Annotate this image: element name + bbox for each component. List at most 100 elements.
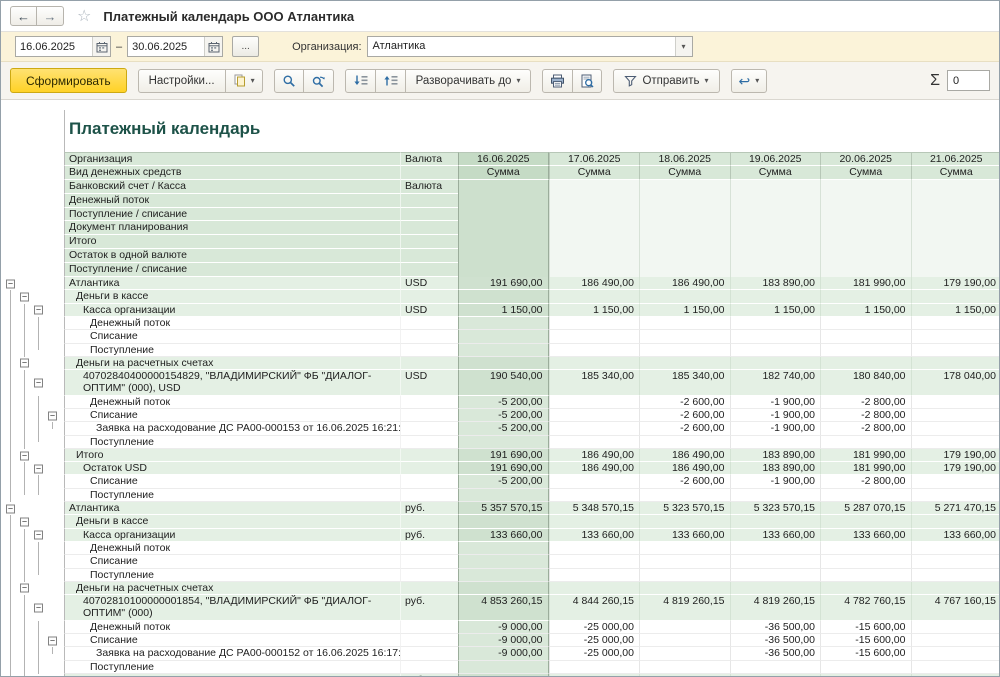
amount-cell[interactable]: 133 660,00 — [820, 529, 911, 542]
amount-cell[interactable]: 133 660,00 — [911, 529, 1000, 542]
row-label[interactable]: Денежный поток — [64, 317, 400, 330]
row-label[interactable]: Списание — [64, 634, 400, 647]
amount-cell[interactable]: 186 490,00 — [639, 277, 730, 290]
amount-cell[interactable] — [639, 569, 730, 582]
amount-cell[interactable] — [639, 647, 730, 660]
amount-cell[interactable]: -36 500,00 — [730, 621, 821, 634]
row-label[interactable]: Остаток USD — [64, 462, 400, 475]
amount-cell[interactable]: -9 000,00 — [458, 621, 549, 634]
row-label[interactable]: Деньги в кассе — [64, 290, 400, 303]
amount-cell[interactable]: 190 540,00 — [458, 370, 549, 396]
amount-cell[interactable] — [730, 542, 821, 555]
amount-cell[interactable]: 1 150,00 — [730, 304, 821, 317]
amount-cell[interactable]: 4 844 260,15 — [549, 595, 640, 621]
row-label[interactable]: Поступление — [64, 661, 400, 674]
date-from-input[interactable] — [16, 37, 92, 56]
amount-cell[interactable]: -2 600,00 — [639, 409, 730, 422]
amount-cell[interactable] — [549, 555, 640, 568]
row-label[interactable]: Заявка на расходование ДС РА00-000152 от… — [64, 647, 400, 660]
amount-cell[interactable]: 1 150,00 — [549, 304, 640, 317]
tree-expander[interactable]: − — [34, 603, 43, 612]
amount-cell[interactable] — [458, 436, 549, 449]
calendar-icon[interactable] — [92, 37, 110, 56]
settings-button[interactable]: Настройки... — [138, 69, 226, 93]
amount-cell[interactable] — [820, 661, 911, 674]
row-label[interactable]: Поступление — [64, 569, 400, 582]
amount-cell[interactable] — [549, 409, 640, 422]
amount-cell[interactable] — [820, 344, 911, 357]
amount-cell[interactable] — [730, 317, 821, 330]
find-button[interactable] — [274, 69, 304, 93]
row-label[interactable]: Списание — [64, 555, 400, 568]
amount-cell[interactable] — [911, 569, 1000, 582]
amount-cell[interactable] — [730, 555, 821, 568]
calendar-icon[interactable] — [204, 37, 222, 56]
amount-cell[interactable] — [911, 290, 1000, 303]
amount-cell[interactable] — [639, 661, 730, 674]
amount-cell[interactable] — [911, 396, 1000, 409]
amount-cell[interactable]: 186 490,00 — [639, 449, 730, 462]
amount-cell[interactable]: -25 000,00 — [549, 621, 640, 634]
amount-cell[interactable] — [820, 569, 911, 582]
amount-cell[interactable] — [458, 515, 549, 528]
amount-cell[interactable] — [458, 357, 549, 370]
amount-cell[interactable] — [639, 634, 730, 647]
amount-cell[interactable]: 5 323 570,15 — [730, 502, 821, 515]
tree-expander[interactable]: − — [20, 359, 29, 368]
amount-cell[interactable] — [458, 489, 549, 502]
amount-cell[interactable] — [458, 542, 549, 555]
amount-cell[interactable] — [820, 542, 911, 555]
amount-cell[interactable]: 4 819 260,15 — [639, 595, 730, 621]
amount-cell[interactable]: 133 660,00 — [639, 529, 730, 542]
amount-cell[interactable] — [820, 555, 911, 568]
amount-cell[interactable]: -1 900,00 — [730, 396, 821, 409]
amount-cell[interactable] — [639, 489, 730, 502]
row-label[interactable]: Деньги на расчетных счетах — [64, 582, 400, 595]
amount-cell[interactable] — [730, 357, 821, 370]
find-next-button[interactable] — [304, 69, 334, 93]
amount-cell[interactable]: 1 150,00 — [458, 304, 549, 317]
amount-cell[interactable] — [820, 330, 911, 343]
amount-cell[interactable]: -15 600,00 — [820, 634, 911, 647]
amount-cell[interactable]: -1 900,00 — [730, 409, 821, 422]
amount-cell[interactable]: -9 000,00 — [458, 634, 549, 647]
amount-cell[interactable] — [549, 436, 640, 449]
amount-cell[interactable]: -2 600,00 — [639, 396, 730, 409]
amount-cell[interactable] — [549, 422, 640, 435]
organization-combo[interactable]: Атлантика ▾ — [367, 36, 693, 57]
amount-cell[interactable] — [911, 344, 1000, 357]
amount-cell[interactable]: 4 819 260,15 — [730, 595, 821, 621]
print-button[interactable] — [542, 69, 573, 93]
forward-button[interactable]: → — [37, 6, 64, 26]
amount-cell[interactable] — [639, 330, 730, 343]
amount-cell[interactable] — [911, 357, 1000, 370]
amount-cell[interactable] — [911, 475, 1000, 488]
report-variants-button[interactable]: ▾ — [226, 69, 263, 93]
row-label[interactable]: Денежный поток — [64, 396, 400, 409]
amount-cell[interactable]: -15 600,00 — [820, 621, 911, 634]
amount-cell[interactable] — [639, 555, 730, 568]
amount-cell[interactable] — [458, 569, 549, 582]
amount-cell[interactable] — [911, 422, 1000, 435]
amount-cell[interactable] — [549, 489, 640, 502]
amount-cell[interactable]: -2 800,00 — [820, 422, 911, 435]
row-label[interactable]: Заявка на расходование ДС РА00-000153 от… — [64, 422, 400, 435]
amount-cell[interactable]: -15 600,00 — [820, 647, 911, 660]
amount-cell[interactable]: -5 200,00 — [458, 422, 549, 435]
amount-cell[interactable] — [730, 582, 821, 595]
tree-expander[interactable]: − — [20, 451, 29, 460]
amount-cell[interactable]: 178 040,00 — [911, 370, 1000, 396]
amount-cell[interactable] — [730, 290, 821, 303]
amount-cell[interactable] — [458, 317, 549, 330]
amount-cell[interactable]: 133 660,00 — [730, 529, 821, 542]
row-label[interactable]: Списание — [64, 475, 400, 488]
amount-cell[interactable]: 181 990,00 — [820, 277, 911, 290]
amount-cell[interactable] — [911, 661, 1000, 674]
amount-cell[interactable] — [820, 357, 911, 370]
amount-cell[interactable] — [549, 290, 640, 303]
amount-cell[interactable]: -36 500,00 — [730, 647, 821, 660]
amount-cell[interactable] — [549, 569, 640, 582]
amount-cell[interactable] — [911, 647, 1000, 660]
row-label[interactable]: Денежный поток — [64, 621, 400, 634]
amount-cell[interactable]: 182 740,00 — [730, 370, 821, 396]
